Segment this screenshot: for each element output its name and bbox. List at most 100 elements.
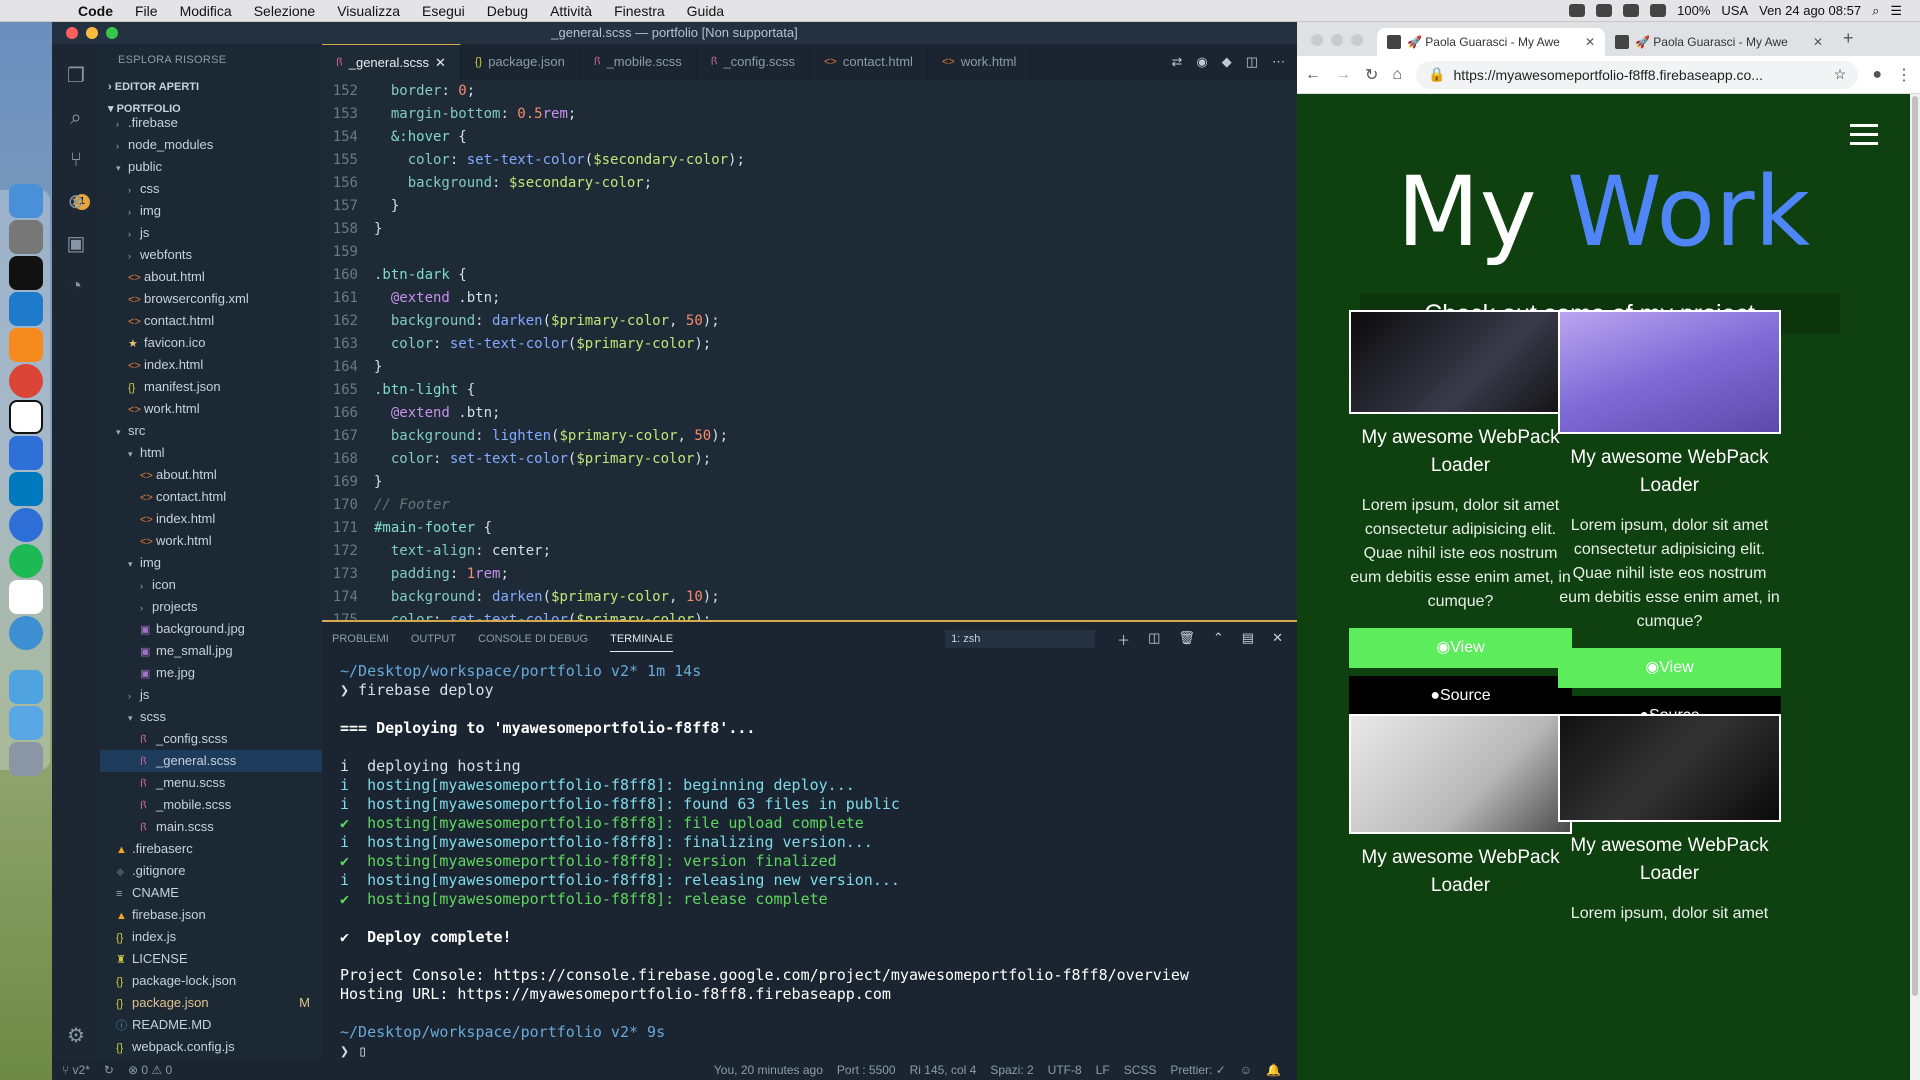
app-icon[interactable] — [9, 436, 43, 470]
new-tab-button[interactable]: + — [1833, 28, 1864, 56]
file-item[interactable]: <> index.html — [100, 354, 322, 376]
sourcetree-icon[interactable] — [9, 616, 43, 650]
editor-tab[interactable]: <> work.html — [928, 44, 1032, 80]
menu-item[interactable]: Selezione — [254, 3, 316, 19]
sync-icon[interactable]: ↻ — [104, 1063, 114, 1077]
trash-icon[interactable] — [9, 742, 43, 776]
file-item[interactable]: <> about.html — [100, 464, 322, 486]
file-item[interactable]: ꟗ _config.scss — [100, 728, 322, 750]
editor-tab[interactable]: ꟗ _mobile.scss — [580, 44, 697, 80]
chrome-icon[interactable] — [9, 364, 43, 398]
close-icon[interactable]: ✕ — [1272, 630, 1283, 649]
code-editor[interactable]: 152 border: 0; 153 margin-bottom: 0.5rem;… — [322, 80, 1297, 620]
explorer-icon[interactable]: ❐ — [64, 64, 88, 88]
indentation-status[interactable]: Spazi: 2 — [990, 1063, 1033, 1077]
cloud-icon[interactable] — [1596, 4, 1613, 17]
panel-layout-icon[interactable]: ▤ — [1242, 630, 1254, 649]
close-icon[interactable]: ✕ — [1813, 35, 1823, 49]
git-compare-icon[interactable]: ◆ — [1222, 54, 1232, 70]
reload-icon[interactable]: ↻ — [1365, 65, 1378, 85]
sublime-icon[interactable] — [9, 328, 43, 362]
zoom-window-button[interactable] — [106, 27, 118, 39]
panel-tab[interactable]: CONSOLE DI DEBUG — [478, 627, 588, 652]
more-actions-icon[interactable]: ⋯ — [1272, 54, 1285, 70]
folder-item[interactable]: › img — [100, 200, 322, 222]
view-button[interactable]: ◉View — [1349, 628, 1572, 668]
file-item[interactable]: ꟗ main.scss — [100, 816, 322, 838]
port-status[interactable]: Port : 5500 — [837, 1063, 896, 1077]
profile-avatar[interactable]: ● — [1872, 66, 1882, 84]
open-editors-section[interactable]: › EDITOR APERTI — [100, 76, 322, 98]
file-item[interactable]: ▲ firebase.json — [100, 904, 322, 926]
home-icon[interactable]: ⌂ — [1392, 66, 1402, 84]
problems-status[interactable]: ⊗ 0 ⚠ 0 — [128, 1063, 172, 1077]
editor-tab[interactable]: ꟗ _config.scss — [697, 44, 810, 80]
terminal-icon[interactable] — [9, 256, 43, 290]
folder-item[interactable]: ▾ public — [100, 156, 322, 178]
new-terminal-icon[interactable]: ＋ — [1117, 630, 1130, 649]
file-item[interactable]: ≡ CNAME — [100, 882, 322, 904]
compare-icon[interactable]: ⇄ — [1171, 54, 1182, 70]
view-button[interactable]: ◉View — [1558, 648, 1781, 688]
extensions-icon[interactable]: ▣ — [64, 232, 88, 256]
browser-tab[interactable]: 🚀 Paola Guarasci - My Awe ✕ — [1605, 28, 1833, 56]
vscode-icon[interactable] — [9, 292, 43, 326]
file-item[interactable]: ▲ .firebaserc — [100, 838, 322, 860]
menu-item[interactable]: Debug — [487, 3, 528, 19]
wifi-icon[interactable] — [1623, 4, 1640, 17]
folder-item[interactable]: ▾ src — [100, 420, 322, 442]
editor-tab[interactable]: ꟗ _general.scss ✕ — [322, 44, 461, 80]
folder-item[interactable]: › js — [100, 222, 322, 244]
bell-icon[interactable]: 🔔 — [1266, 1063, 1281, 1077]
search-icon[interactable]: ⌕ — [64, 106, 88, 130]
panel-tab[interactable]: TERMINALE — [610, 627, 674, 652]
menu-item[interactable]: Modifica — [180, 3, 232, 19]
file-item[interactable]: ♜ LICENSE — [100, 948, 322, 970]
file-item[interactable]: ★ favicon.ico — [100, 332, 322, 354]
eol-status[interactable]: LF — [1096, 1063, 1110, 1077]
menu-item[interactable]: Finestra — [614, 3, 665, 19]
browser-tab[interactable]: 🚀 Paola Guarasci - My Awe ✕ — [1377, 28, 1605, 56]
debug-icon[interactable]: ⊗ — [64, 190, 88, 214]
file-item[interactable]: <> about.html — [100, 266, 322, 288]
trello-icon[interactable] — [9, 472, 43, 506]
file-item[interactable]: <> index.html — [100, 508, 322, 530]
chrome-menu-icon[interactable]: ⋮ — [1896, 65, 1912, 85]
menu-item[interactable]: Visualizza — [337, 3, 400, 19]
close-window-button[interactable] — [66, 27, 78, 39]
preview-icon[interactable]: ◉ — [1196, 54, 1207, 70]
folder-item[interactable]: › css — [100, 178, 322, 200]
terminal-output[interactable]: ~/Desktop/workspace/portfolio v2* 1m 14s… — [322, 656, 1297, 1067]
file-item[interactable]: {} package.json M — [100, 992, 322, 1014]
menu-item[interactable]: Esegui — [422, 3, 465, 19]
testflight-icon[interactable] — [9, 508, 43, 542]
close-icon[interactable]: ✕ — [1585, 35, 1595, 49]
system-preferences-icon[interactable] — [9, 220, 43, 254]
menu-app-name[interactable]: Code — [78, 3, 113, 19]
feedback-icon[interactable]: ☺ — [1240, 1063, 1252, 1077]
language-status[interactable]: SCSS — [1124, 1063, 1157, 1077]
split-terminal-icon[interactable]: ◫ — [1148, 630, 1160, 649]
page-scrollbar[interactable] — [1910, 94, 1920, 1080]
hamburger-menu-icon[interactable] — [1850, 124, 1878, 151]
file-item[interactable]: ꟗ _general.scss — [100, 750, 322, 772]
terminal-select[interactable]: 1: zsh — [945, 630, 1096, 648]
menu-item[interactable]: Attività — [550, 3, 592, 19]
file-item[interactable]: ▣ me_small.jpg — [100, 640, 322, 662]
maximize-panel-icon[interactable]: ⌃ — [1213, 630, 1224, 649]
prettier-status[interactable]: Prettier: ✓ — [1170, 1063, 1225, 1077]
folder-item[interactable]: › node_modules — [100, 134, 322, 156]
file-item[interactable]: ◆ .gitignore — [100, 860, 322, 882]
spotlight-icon[interactable]: ⌕ — [1872, 3, 1879, 19]
file-item[interactable]: ꟗ _menu.scss — [100, 772, 322, 794]
folder-item[interactable]: › icon — [100, 574, 322, 596]
menu-item[interactable]: Guida — [687, 3, 724, 19]
file-item[interactable]: ⓘ README.MD — [100, 1014, 322, 1036]
notification-center-icon[interactable]: ☰ — [1890, 3, 1902, 19]
volume-icon[interactable] — [1650, 4, 1667, 17]
bookmark-star-icon[interactable]: ☆ — [1834, 66, 1847, 83]
gear-icon[interactable]: ⚙ — [64, 1024, 88, 1048]
minimize-window-button[interactable] — [86, 27, 98, 39]
file-item[interactable]: <> browserconfig.xml — [100, 288, 322, 310]
folder-item[interactable]: ▾ img — [100, 552, 322, 574]
